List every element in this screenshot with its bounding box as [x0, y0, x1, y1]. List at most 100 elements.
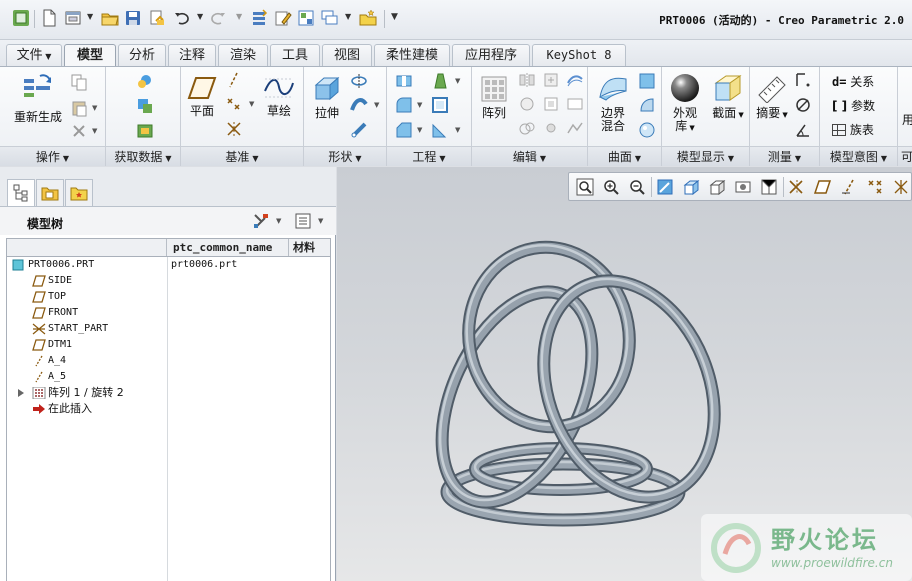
tree-show-icon[interactable] — [294, 212, 312, 230]
expand-arrow-icon[interactable] — [16, 387, 26, 399]
column-material[interactable]: 材料 — [289, 239, 330, 256]
tab-folder-browser[interactable] — [36, 179, 64, 206]
style-icon[interactable] — [638, 96, 656, 114]
tab-model[interactable]: 模型 — [64, 44, 116, 67]
sketch-button[interactable]: 草绘 — [259, 75, 299, 118]
tab-file[interactable]: 文件 ▼ — [6, 44, 62, 66]
saved-orientations-icon[interactable] — [708, 178, 726, 196]
group-edit-label[interactable]: 编辑 ▼ — [472, 146, 587, 166]
group-model-intent-label[interactable]: 模型意图 ▼ — [820, 146, 897, 166]
chamfer-icon[interactable] — [395, 121, 413, 139]
trim-icon[interactable] — [518, 119, 536, 137]
column-tree[interactable] — [7, 239, 167, 256]
refit-icon[interactable] — [576, 178, 594, 196]
intersect-icon[interactable] — [542, 95, 560, 113]
switch-window-icon[interactable] — [321, 9, 339, 27]
sweep-icon[interactable] — [350, 96, 368, 114]
plane-button[interactable]: 平面 — [183, 75, 221, 118]
folder-star-icon[interactable] — [359, 9, 377, 27]
graphics-window[interactable]: 野火论坛 www.proewildfire.cn — [337, 167, 912, 581]
perspective-view-icon[interactable] — [760, 178, 778, 196]
draft-icon[interactable] — [431, 72, 449, 90]
revolve-icon[interactable] — [350, 72, 368, 90]
tab-view[interactable]: 视图 — [322, 44, 372, 66]
merge-icon[interactable] — [542, 71, 560, 89]
save-icon[interactable] — [124, 9, 142, 27]
datum-point-icon[interactable] — [225, 95, 243, 113]
open-folder-icon[interactable] — [101, 9, 119, 27]
windows-icon[interactable] — [297, 9, 315, 27]
hole-icon[interactable] — [395, 72, 413, 90]
tab-model-tree[interactable] — [7, 179, 35, 206]
datum-axis-icon[interactable] — [225, 71, 243, 89]
regenerate-button[interactable]: 重新生成 — [8, 73, 68, 124]
cutoff-button-label[interactable]: 用 — [902, 111, 912, 128]
group-engineering-label[interactable]: 工程 ▼ — [387, 146, 471, 166]
mirror-icon[interactable] — [518, 71, 536, 89]
point-display-icon[interactable] — [866, 178, 884, 196]
tab-annotate[interactable]: 注释 — [168, 44, 216, 66]
tab-applications[interactable]: 应用程序 — [452, 44, 530, 66]
tab-render[interactable]: 渲染 — [218, 44, 268, 66]
redo-icon[interactable] — [209, 9, 227, 27]
copy-icon[interactable] — [70, 73, 88, 91]
zoom-in-icon[interactable] — [602, 178, 620, 196]
appearance-gallery-button[interactable]: 外观库 ▼ — [664, 73, 706, 135]
length-icon[interactable] — [794, 71, 812, 89]
group-shapes-label[interactable]: 形状 ▼ — [304, 146, 386, 166]
copy-geometry-icon[interactable] — [136, 97, 154, 115]
offset-icon[interactable] — [566, 71, 584, 89]
paste-icon[interactable] — [70, 99, 88, 117]
shrinkwrap-icon[interactable] — [136, 122, 154, 140]
coordinate-system-icon[interactable] — [225, 120, 243, 138]
view-manager-icon[interactable] — [734, 178, 752, 196]
datum-display-filters-icon[interactable] — [788, 178, 806, 196]
thicken-icon[interactable] — [566, 95, 584, 113]
display-style-icon[interactable] — [682, 178, 700, 196]
project-icon[interactable] — [566, 119, 584, 137]
regenerate-quick-icon[interactable] — [148, 9, 166, 27]
extend-icon[interactable] — [518, 95, 536, 113]
tab-analysis[interactable]: 分析 — [118, 44, 166, 66]
round-icon[interactable] — [395, 96, 413, 114]
diameter-icon[interactable] — [794, 96, 812, 114]
repaint-icon[interactable] — [656, 178, 674, 196]
undo-icon[interactable] — [173, 9, 191, 27]
plane-display-icon[interactable] — [814, 178, 832, 196]
relations-button[interactable]: d= 关系 — [832, 73, 874, 90]
boundary-blend-button[interactable]: 边界 混合 — [594, 73, 632, 133]
swept-blend-icon[interactable] — [350, 121, 368, 139]
family-table-button[interactable]: 族表 — [832, 121, 874, 138]
section-button[interactable]: 截面 ▼ — [708, 73, 748, 122]
axis-display-icon[interactable] — [840, 178, 858, 196]
user-defined-feature-icon[interactable] — [136, 72, 154, 90]
shell-icon[interactable] — [431, 96, 449, 114]
column-common-name[interactable]: ptc_common_name — [167, 239, 289, 256]
angle-icon[interactable] — [794, 121, 812, 139]
group-datum-label[interactable]: 基准 ▼ — [181, 146, 303, 166]
group-cutoff-label[interactable]: 可 — [898, 146, 912, 166]
tab-keyshot[interactable]: KeyShot 8 — [532, 44, 626, 66]
zoom-out-icon[interactable] — [628, 178, 646, 196]
delete-icon[interactable] — [70, 122, 88, 140]
tab-flexible-modeling[interactable]: 柔性建模 — [374, 44, 450, 66]
group-surfaces-label[interactable]: 曲面 ▼ — [588, 146, 661, 166]
edit-pencil-icon[interactable] — [274, 9, 292, 27]
tab-tools[interactable]: 工具 — [270, 44, 320, 66]
pattern-button[interactable]: 阵列 — [476, 75, 512, 120]
tab-favorites[interactable] — [65, 179, 93, 206]
rib-icon[interactable] — [431, 121, 449, 139]
csys-display-icon[interactable] — [892, 178, 910, 196]
regenerate-icon[interactable] — [250, 9, 268, 27]
tree-settings-icon[interactable] — [252, 212, 270, 230]
fill-icon[interactable] — [638, 72, 656, 90]
group-measure-label[interactable]: 测量 ▼ — [750, 146, 819, 166]
parameters-button[interactable]: [ ] 参数 — [832, 97, 875, 114]
extrude-button[interactable]: 拉伸 — [308, 75, 346, 120]
group-get-data-label[interactable]: 获取数据 ▼ — [106, 146, 180, 166]
solidify-icon[interactable] — [542, 119, 560, 137]
new-file-icon[interactable] — [40, 9, 58, 27]
group-operations-label[interactable]: 操作 ▼ — [0, 146, 105, 166]
window-icon[interactable] — [64, 9, 82, 27]
freestyle-icon[interactable] — [638, 121, 656, 139]
